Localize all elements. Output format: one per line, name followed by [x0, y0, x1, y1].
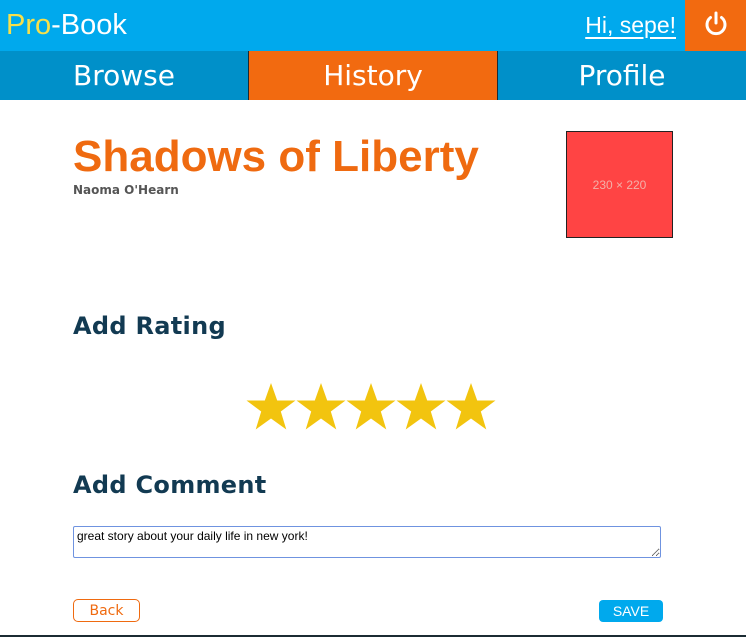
- comment-textarea[interactable]: great story about your daily life in new…: [73, 526, 661, 558]
- tab-profile[interactable]: Profile: [498, 51, 746, 100]
- star-rating[interactable]: [246, 380, 502, 436]
- logo-book-text: -Book: [51, 9, 127, 41]
- tab-browse[interactable]: Browse: [0, 51, 249, 100]
- app-logo[interactable]: Pro-Book: [6, 8, 127, 42]
- tab-history[interactable]: History: [249, 51, 498, 100]
- star-icon[interactable]: [296, 380, 346, 436]
- book-title: Shadows of Liberty: [73, 132, 479, 181]
- add-rating-heading: Add Rating: [73, 312, 226, 340]
- save-button[interactable]: SAVE: [599, 600, 663, 622]
- book-author: Naoma O'Hearn: [73, 183, 179, 197]
- user-greeting-link[interactable]: Hi, sepe!: [585, 11, 676, 39]
- star-icon[interactable]: [396, 380, 446, 436]
- star-icon[interactable]: [346, 380, 396, 436]
- top-bar: Pro-Book Hi, sepe!: [0, 0, 746, 51]
- star-icon[interactable]: [246, 380, 296, 436]
- power-icon: [702, 10, 730, 42]
- add-comment-heading-text: Add Comment: [73, 471, 267, 499]
- back-button[interactable]: Back: [73, 599, 140, 622]
- bottom-divider: [0, 635, 746, 637]
- add-comment-heading: Add Comment: [73, 471, 267, 499]
- star-icon[interactable]: [446, 380, 496, 436]
- logo-pro-text: Pro: [6, 9, 52, 41]
- book-cover-image: 230 × 220: [566, 131, 673, 238]
- logout-button[interactable]: [685, 0, 746, 51]
- main-nav: Browse History Profile: [0, 51, 746, 100]
